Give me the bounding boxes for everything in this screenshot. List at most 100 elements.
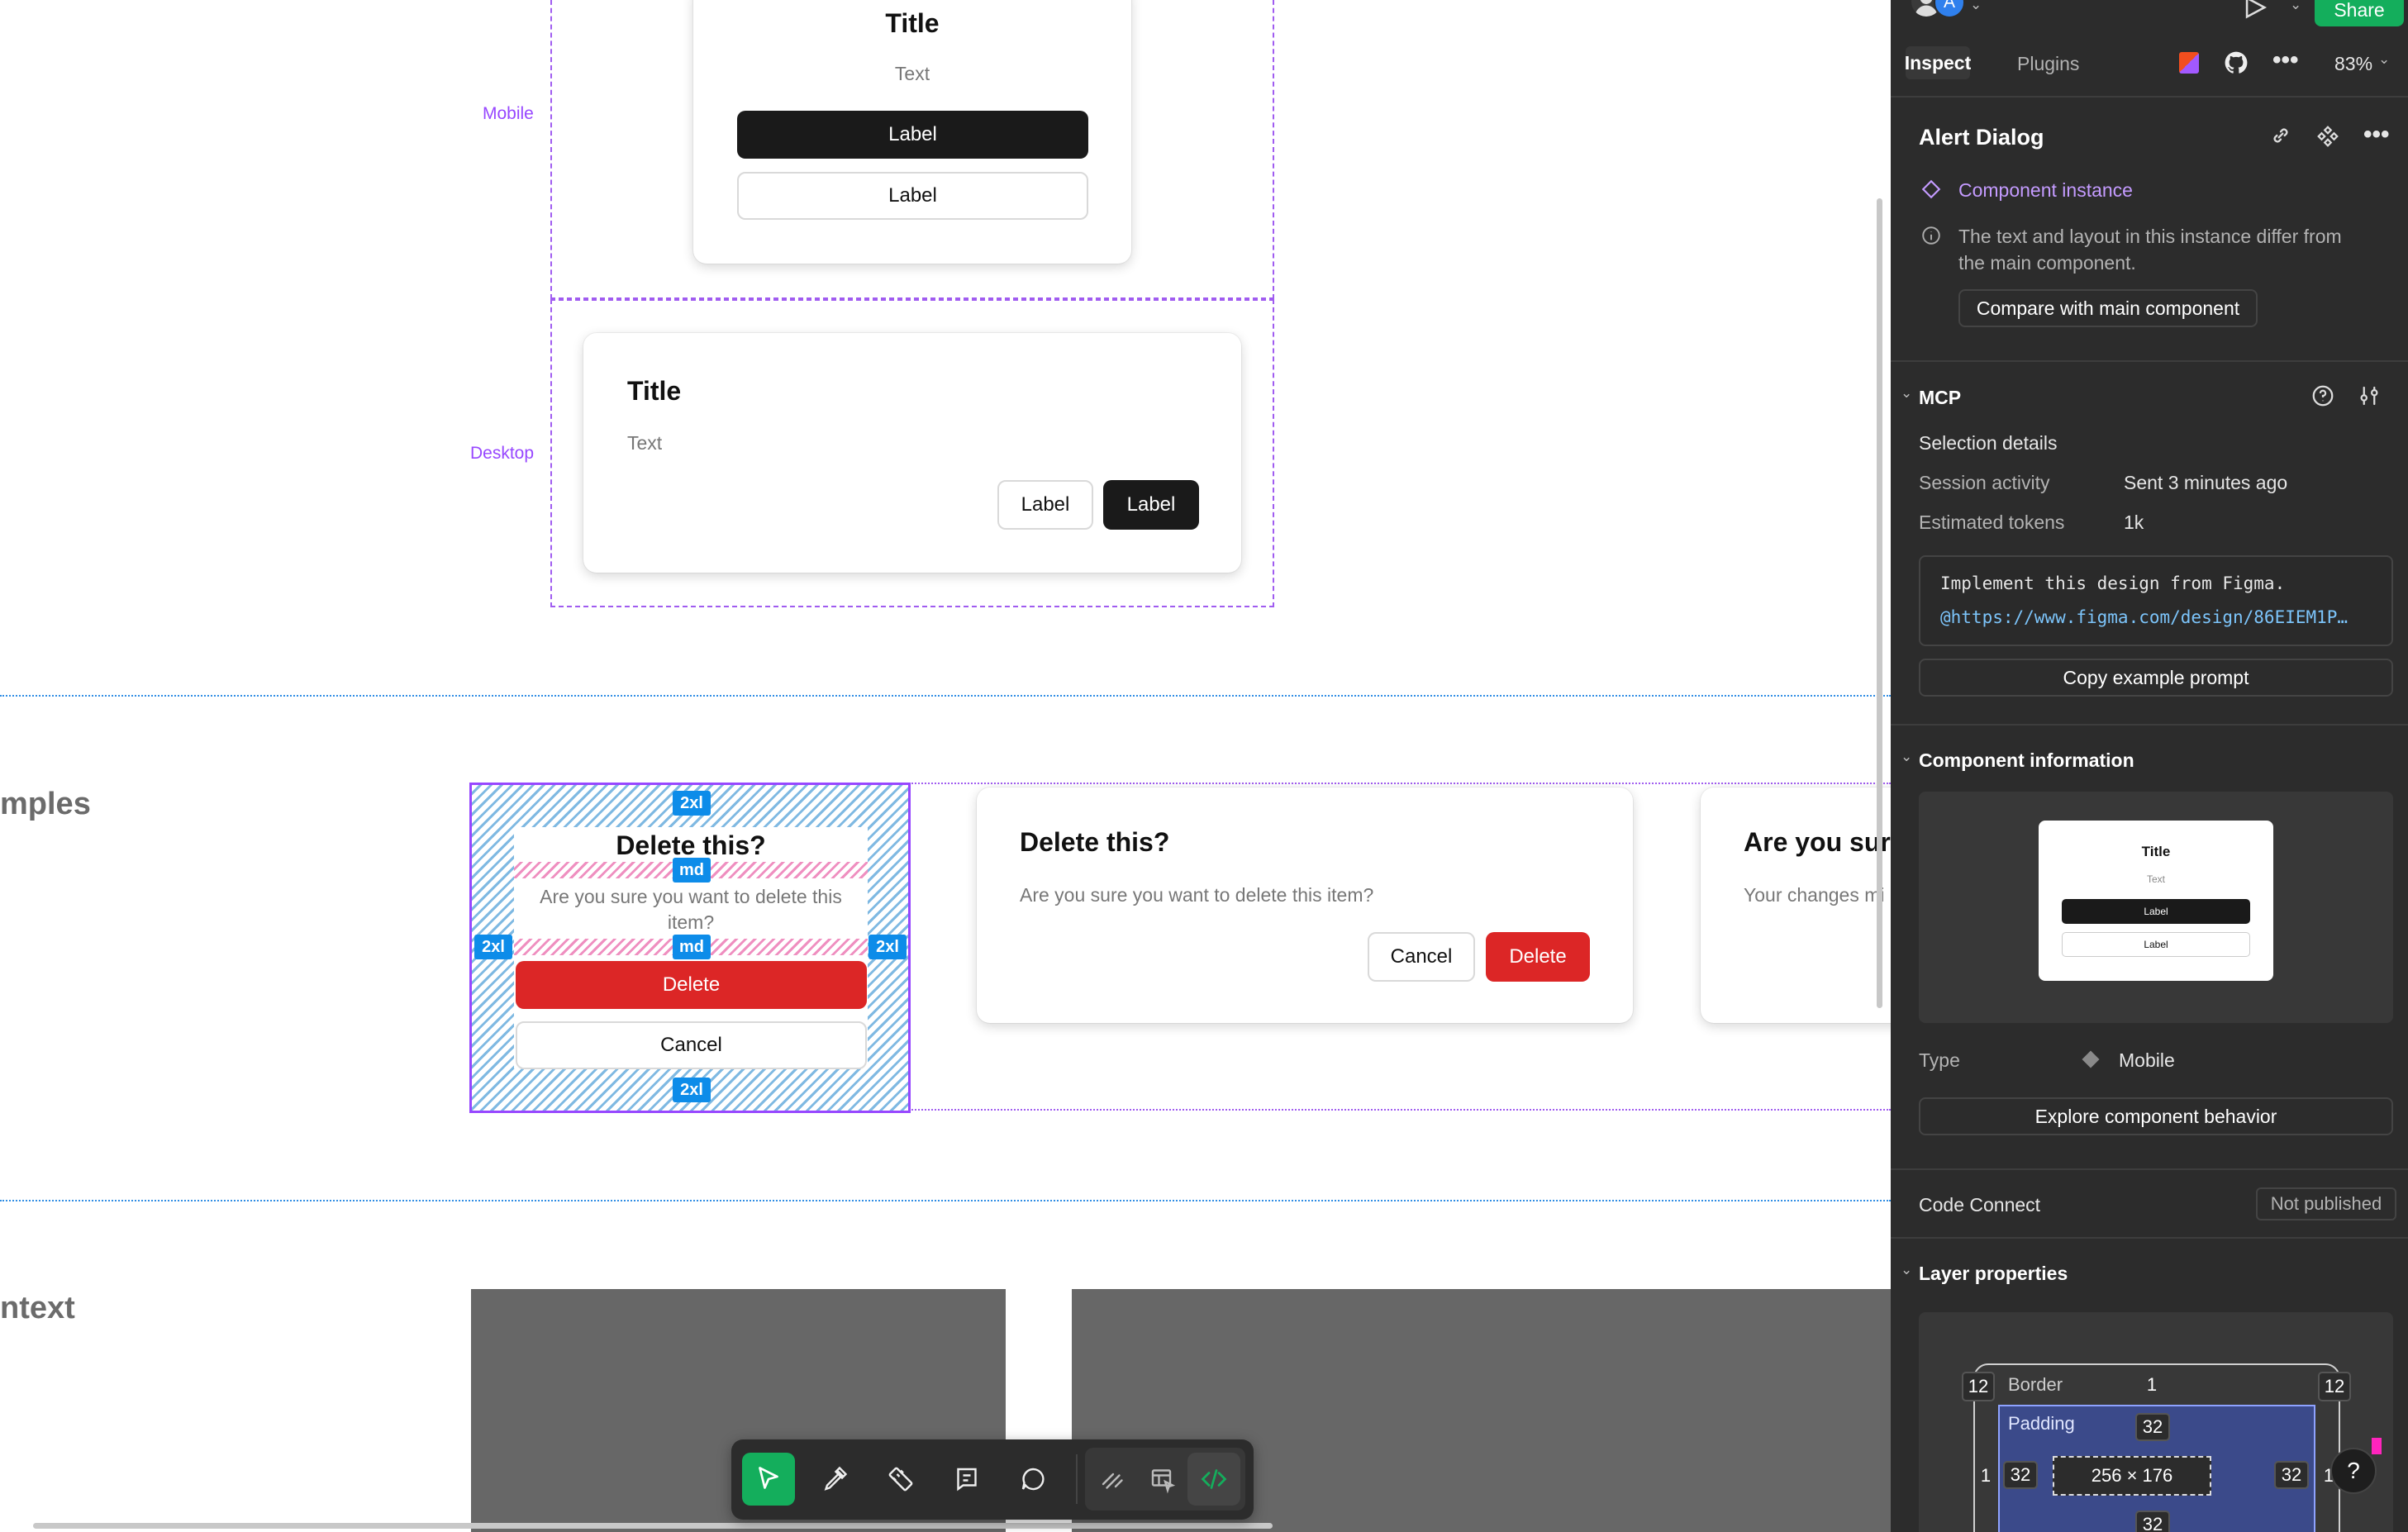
comment-bubble-icon xyxy=(1021,1468,1045,1491)
mobile-card-text: Text xyxy=(894,63,930,84)
share-button[interactable]: Share xyxy=(2315,0,2404,26)
spacing-tag-bottom: 2xl xyxy=(673,1078,711,1102)
component-instance-link[interactable]: Component instance xyxy=(1958,179,2133,202)
type-value: Mobile xyxy=(2119,1049,2175,1071)
vertical-scrollbar[interactable] xyxy=(1877,198,1882,1008)
mcp-divider xyxy=(1891,724,2408,726)
spacing-tag-right: 2xl xyxy=(868,935,907,959)
session-activity-label: Session activity xyxy=(1919,472,2050,493)
tab-plugins[interactable]: Plugins xyxy=(2017,53,2079,75)
explore-component-behavior-button[interactable]: Explore component behavior xyxy=(1919,1097,2393,1135)
avatar-collaborator[interactable]: A xyxy=(1934,0,1965,18)
component-info-divider xyxy=(1891,1168,2408,1170)
spacing-tag-after-body: md xyxy=(673,935,711,959)
box-model-area: 12 12 Border 1 1 1 Padding 32 32 32 256 … xyxy=(1919,1312,2393,1532)
mobile-card-primary-button[interactable]: Label xyxy=(737,111,1088,159)
desktop-delete-dialog-cancel-button[interactable]: Cancel xyxy=(1368,932,1475,982)
mobile-card-title: Title xyxy=(885,8,940,38)
type-label: Type xyxy=(1919,1049,1960,1071)
horizontal-scrollbar[interactable] xyxy=(33,1523,1273,1529)
zoom-level[interactable]: 83% xyxy=(2334,53,2372,75)
present-chevron-down-icon[interactable]: ⌄ xyxy=(2290,0,2301,13)
partial-dialog-title: Are you sur xyxy=(1744,827,1891,857)
desktop-frame-label[interactable]: Desktop xyxy=(470,444,534,464)
selected-dialog-delete-button[interactable]: Delete xyxy=(516,961,867,1009)
pen-tool-button[interactable] xyxy=(808,1453,861,1506)
component-preview-area: Title Text Label Label xyxy=(1919,792,2393,1023)
context-section-heading: ntext xyxy=(0,1291,75,1325)
selected-dialog-body: Are you sure you want to delete this ite… xyxy=(540,886,842,933)
selected-dialog-cancel-button[interactable]: Cancel xyxy=(516,1021,867,1069)
measure-tool-button[interactable] xyxy=(874,1453,927,1506)
spacing-tag-after-title: md xyxy=(673,858,711,883)
desktop-delete-dialog[interactable]: Delete this? Are you sure you want to de… xyxy=(977,787,1633,1023)
mobile-card-secondary-button[interactable]: Label xyxy=(737,172,1088,220)
desktop-delete-dialog-title: Delete this? xyxy=(1020,827,1170,857)
spacing-tag-top: 2xl xyxy=(673,791,711,816)
mcp-heading[interactable]: MCP xyxy=(1919,387,1961,409)
ruler-icon xyxy=(888,1467,913,1492)
component-instance-diamond-icon xyxy=(1921,179,1941,199)
layer-properties-heading[interactable]: Layer properties xyxy=(1919,1263,2068,1285)
desktop-card-title: Title xyxy=(627,376,682,406)
annotate-tool-button[interactable] xyxy=(940,1453,993,1506)
code-connect-divider xyxy=(1891,1237,2408,1239)
mcp-collapse-chevron-icon[interactable]: ⌄ xyxy=(1901,385,1912,402)
radius-top-left: 12 xyxy=(1968,1376,1989,1396)
link-icon[interactable] xyxy=(2269,124,2292,147)
github-icon[interactable] xyxy=(2223,50,2249,76)
move-tool-button[interactable] xyxy=(742,1453,795,1506)
spacing-tag-left: 2xl xyxy=(474,935,512,959)
copy-example-prompt-button[interactable]: Copy example prompt xyxy=(1919,659,2393,697)
figma-plugin-icon[interactable] xyxy=(2179,52,2199,74)
compare-with-main-button[interactable]: Compare with main component xyxy=(1958,289,2258,327)
desktop-card-secondary-button[interactable]: Label xyxy=(997,480,1093,530)
code-brackets-icon xyxy=(1201,1469,1227,1489)
component-info-heading[interactable]: Component information xyxy=(1919,749,2134,772)
component-icon[interactable] xyxy=(2315,124,2340,149)
desktop-card-primary-button[interactable]: Label xyxy=(1103,480,1199,530)
help-button[interactable]: ? xyxy=(2330,1448,2377,1494)
pencil-scribble-icon xyxy=(1102,1473,1123,1489)
info-icon xyxy=(1922,226,1940,245)
section-divider-2 xyxy=(0,1200,1891,1201)
header-divider xyxy=(1891,96,2408,98)
cursor-arrow-icon xyxy=(759,1467,778,1489)
zoom-chevron-down-icon[interactable]: ⌄ xyxy=(2378,51,2390,68)
example-prompt-line2[interactable]: @https://www.figma.com/design/86EIEM1P… xyxy=(1940,607,2378,627)
dev-resources-tool-button[interactable] xyxy=(1136,1453,1189,1506)
selection-divider xyxy=(1891,360,2408,362)
present-play-icon[interactable] xyxy=(2241,0,2269,21)
avatars-chevron-down-icon[interactable]: ⌄ xyxy=(1970,0,1982,13)
layout-cursor-icon xyxy=(1151,1469,1176,1494)
desktop-delete-dialog-delete-button[interactable]: Delete xyxy=(1486,932,1590,982)
mobile-frame-label[interactable]: Mobile xyxy=(483,104,534,124)
tab-inspect[interactable]: Inspect xyxy=(1904,46,1972,79)
comment-tool-button[interactable] xyxy=(1007,1453,1059,1506)
settings-sliders-icon[interactable] xyxy=(2357,383,2382,408)
padding-top: 32 xyxy=(2142,1416,2163,1437)
tab-inspect-label: Inspect xyxy=(1904,51,1972,74)
preview-secondary-button: Label xyxy=(2062,932,2250,957)
pink-marker xyxy=(2372,1438,2382,1454)
code-tool-button[interactable] xyxy=(1187,1453,1240,1506)
session-activity-value: Sent 3 minutes ago xyxy=(2124,472,2288,493)
partial-dialog[interactable]: Are you sur Your changes mi xyxy=(1701,787,1891,1023)
preview-title: Title xyxy=(2141,844,2171,859)
draw-tool-button[interactable] xyxy=(1087,1453,1140,1506)
toolbar-divider xyxy=(1076,1454,1078,1504)
selection-name: Alert Dialog xyxy=(1919,125,2044,150)
share-label: Share xyxy=(2334,0,2385,21)
example-prompt-box[interactable]: Implement this design from Figma. @https… xyxy=(1919,555,2393,646)
component-info-collapse-chevron-icon[interactable]: ⌄ xyxy=(1901,749,1912,765)
design-canvas[interactable]: Mobile Title Text Label Label Desktop Ti… xyxy=(0,0,1891,1532)
more-options-icon[interactable]: ••• xyxy=(2272,46,2299,74)
mobile-dialog-card[interactable]: Title Text Label Label xyxy=(693,0,1131,264)
help-circle-icon[interactable] xyxy=(2310,383,2335,408)
layer-properties-collapse-chevron-icon[interactable]: ⌄ xyxy=(1901,1262,1912,1278)
annotation-icon xyxy=(957,1468,977,1492)
selection-more-icon[interactable]: ••• xyxy=(2363,121,2390,149)
selected-dialog-frame[interactable]: Delete this? Are you sure you want to de… xyxy=(469,783,911,1113)
inspect-panel: A ⌄ ⌄ Share Inspect Plugins ••• 83% ⌄ Al… xyxy=(1891,0,2408,1532)
desktop-dialog-card[interactable]: Title Text Label Label xyxy=(583,333,1241,573)
